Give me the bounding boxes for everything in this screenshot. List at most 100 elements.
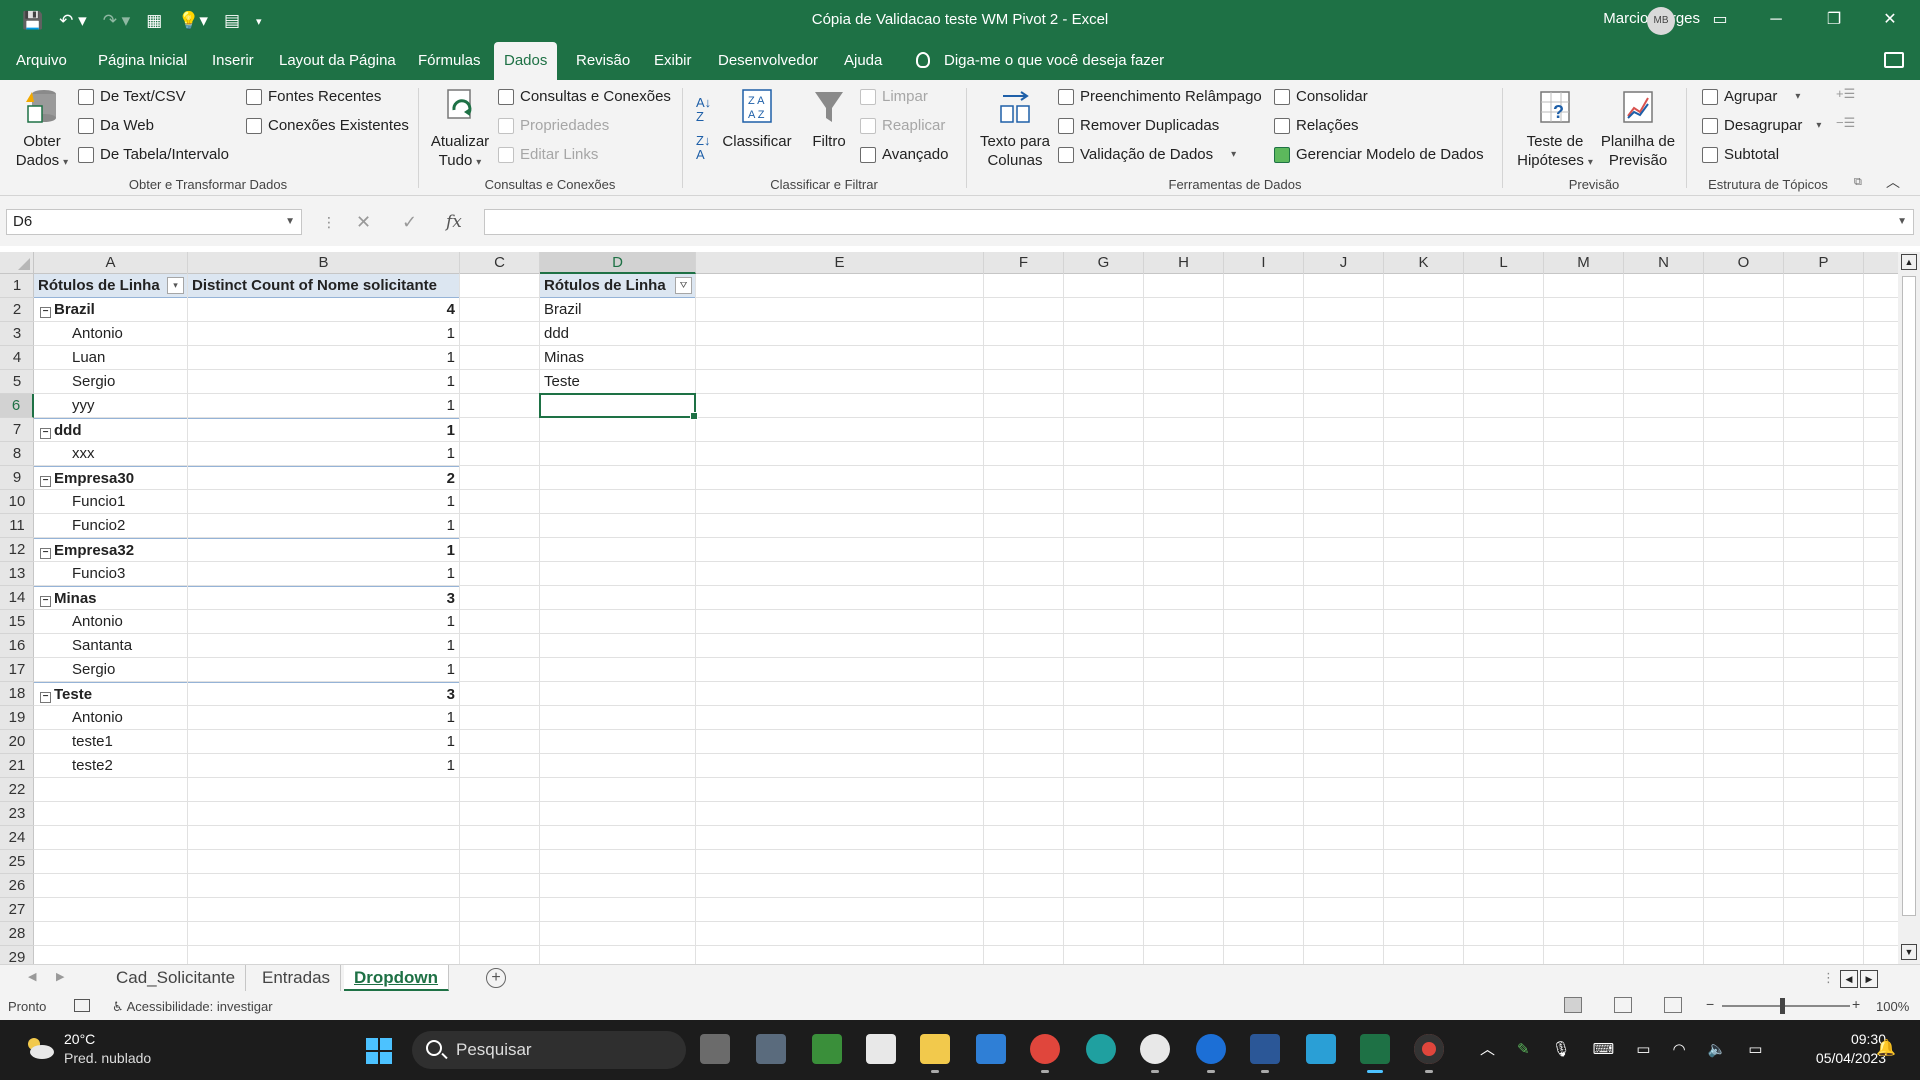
row-header-25[interactable]: 25	[0, 850, 34, 874]
column-header-l[interactable]: L	[1464, 252, 1544, 274]
add-sheet-button[interactable]: +	[486, 968, 506, 988]
tab-arquivo[interactable]: Arquivo	[12, 42, 71, 80]
row-header-13[interactable]: 13	[0, 562, 34, 586]
flash-fill-button[interactable]: Preenchimento Relâmpago	[1058, 88, 1262, 105]
pen-icon[interactable]: ✎	[1517, 1040, 1530, 1058]
speaker-icon[interactable]: 🔈	[1708, 1040, 1727, 1058]
column-header-i[interactable]: I	[1224, 252, 1304, 274]
collapse-group-icon[interactable]: −	[40, 307, 51, 318]
queries-connections-button[interactable]: Consultas e Conexões	[498, 88, 671, 105]
pivot1-item-label[interactable]: Sergio	[34, 370, 187, 394]
row-header-3[interactable]: 3	[0, 322, 34, 346]
pivot1-item-label[interactable]: Funcio3	[34, 562, 187, 586]
pivot1-item-label[interactable]: Funcio1	[34, 490, 187, 514]
show-detail-icon[interactable]: +☰	[1836, 86, 1855, 102]
existing-connections-button[interactable]: Conexões Existentes	[246, 117, 409, 134]
pivot1-value[interactable]: 1	[188, 610, 459, 634]
pivot1-item-label[interactable]: Sergio	[34, 658, 187, 682]
pivot1-value[interactable]: 1	[188, 706, 459, 730]
sort-button[interactable]: Z A A Z Classificar	[722, 88, 792, 151]
from-web-button[interactable]: Da Web	[78, 117, 154, 134]
tab-dados[interactable]: Dados	[494, 42, 558, 80]
pivot1-item-label[interactable]: xxx	[34, 442, 187, 466]
scroll-up-icon[interactable]: ▲	[1901, 254, 1917, 270]
column-header-h[interactable]: H	[1144, 252, 1224, 274]
pivot1-value[interactable]: 1	[188, 394, 459, 418]
pivot2-header-row-labels[interactable]: Rótulos de Linha	[540, 274, 695, 298]
row-header-27[interactable]: 27	[0, 898, 34, 922]
row-header-7[interactable]: 7	[0, 418, 34, 442]
pivot2-item-label[interactable]: ddd	[540, 322, 695, 346]
recorder-icon[interactable]	[1414, 1034, 1444, 1073]
refresh-all-button[interactable]: Atualizar Tudo ▾	[428, 88, 492, 172]
tab-revisao[interactable]: Revisão	[572, 42, 634, 80]
microphone-icon[interactable]: 🎙	[1552, 1040, 1571, 1058]
battery-icon[interactable]: ▭	[1748, 1040, 1762, 1058]
formula-input[interactable]: ▼	[484, 209, 1914, 235]
row-header-16[interactable]: 16	[0, 634, 34, 658]
sort-za-button[interactable]: Z↓ A	[696, 134, 710, 162]
from-text-csv-button[interactable]: De Text/CSV	[78, 88, 186, 105]
notepad-edit-icon[interactable]	[812, 1034, 842, 1064]
zoom-in-icon[interactable]: +	[1852, 996, 1860, 1012]
row-header-12[interactable]: 12	[0, 538, 34, 562]
enter-icon[interactable]: ✓	[402, 209, 417, 235]
manage-data-model-button[interactable]: Gerenciar Modelo de Dados	[1274, 146, 1484, 163]
pivot1-filter-dropdown-icon[interactable]: ▾	[167, 277, 184, 294]
tab-split-grip-icon[interactable]: ⋮	[1822, 970, 1835, 986]
row-header-29[interactable]: 29	[0, 946, 34, 964]
column-header-k[interactable]: K	[1384, 252, 1464, 274]
pivot1-item-label[interactable]: yyy	[34, 394, 187, 418]
close-icon[interactable]: ✕	[1870, 6, 1910, 34]
remove-duplicates-button[interactable]: Remover Duplicadas	[1058, 117, 1219, 134]
scroll-right-icon[interactable]: ▶	[1860, 970, 1878, 988]
row-header-19[interactable]: 19	[0, 706, 34, 730]
row-header-10[interactable]: 10	[0, 490, 34, 514]
pivot1-item-label[interactable]: teste1	[34, 730, 187, 754]
mail-icon[interactable]	[976, 1034, 1006, 1064]
tab-inserir[interactable]: Inserir	[208, 42, 258, 80]
tab-pagina-inicial[interactable]: Página Inicial	[94, 42, 191, 80]
pivot1-value[interactable]: 1	[188, 658, 459, 682]
column-header-e[interactable]: E	[696, 252, 984, 274]
collapse-ribbon-icon[interactable]: ︿	[1886, 172, 1900, 192]
pivot1-value[interactable]: 1	[188, 418, 459, 442]
row-header-22[interactable]: 22	[0, 778, 34, 802]
clock-date[interactable]: 05/04/2023	[1780, 1050, 1886, 1066]
pivot1-item-label[interactable]: Funcio2	[34, 514, 187, 538]
spreadsheet-grid[interactable]: ABCDEFGHIJKLMNOP 1 2 3 4 5 6 7 8 9 10 11 12 13 14 15 16…	[0, 252, 1898, 964]
tab-layout-da-pagina[interactable]: Layout da Página	[275, 42, 400, 80]
comments-icon[interactable]	[1884, 52, 1904, 68]
properties-button[interactable]: Propriedades	[498, 117, 609, 134]
cloud-sun-icon[interactable]	[22, 1036, 56, 1060]
pivot1-item-label[interactable]: Antonio	[34, 322, 187, 346]
chevron-down-icon[interactable]: ▼	[285, 210, 295, 234]
avatar[interactable]: MB	[1647, 7, 1675, 35]
pivot2-item-label[interactable]: Brazil	[540, 298, 695, 322]
data-validation-button[interactable]: Validação de Dados ▾	[1058, 146, 1236, 163]
tab-desenvolvedor[interactable]: Desenvolvedor	[714, 42, 822, 80]
recent-sources-button[interactable]: Fontes Recentes	[246, 88, 381, 105]
dialog-launcher-icon[interactable]: ⧉	[1854, 176, 1862, 189]
column-header-m[interactable]: M	[1544, 252, 1624, 274]
edit-links-button[interactable]: Editar Links	[498, 146, 598, 163]
row-header-1[interactable]: 1	[0, 274, 34, 298]
select-all-button[interactable]	[0, 252, 34, 274]
pivot1-value[interactable]: 1	[188, 562, 459, 586]
column-header-f[interactable]: F	[984, 252, 1064, 274]
prev-sheet-icon[interactable]: ◀	[28, 970, 36, 983]
chrome-icon[interactable]	[1030, 1034, 1060, 1073]
notifications-icon[interactable]: 🔔	[1876, 1038, 1896, 1058]
column-header-p[interactable]: P	[1784, 252, 1864, 274]
tab-ajuda[interactable]: Ajuda	[840, 42, 886, 80]
reapply-button[interactable]: Reaplicar	[860, 117, 945, 134]
text-to-columns-button[interactable]: Texto para Colunas	[974, 88, 1056, 170]
column-header-j[interactable]: J	[1304, 252, 1384, 274]
row-header-4[interactable]: 4	[0, 346, 34, 370]
tab-exibir[interactable]: Exibir	[650, 42, 696, 80]
expand-formula-icon[interactable]: ▼	[1897, 216, 1907, 227]
zoom-slider-thumb[interactable]	[1780, 998, 1785, 1014]
collapse-group-icon[interactable]: −	[40, 692, 51, 703]
notes-icon[interactable]	[1306, 1034, 1336, 1064]
task-view-icon[interactable]	[700, 1034, 730, 1064]
